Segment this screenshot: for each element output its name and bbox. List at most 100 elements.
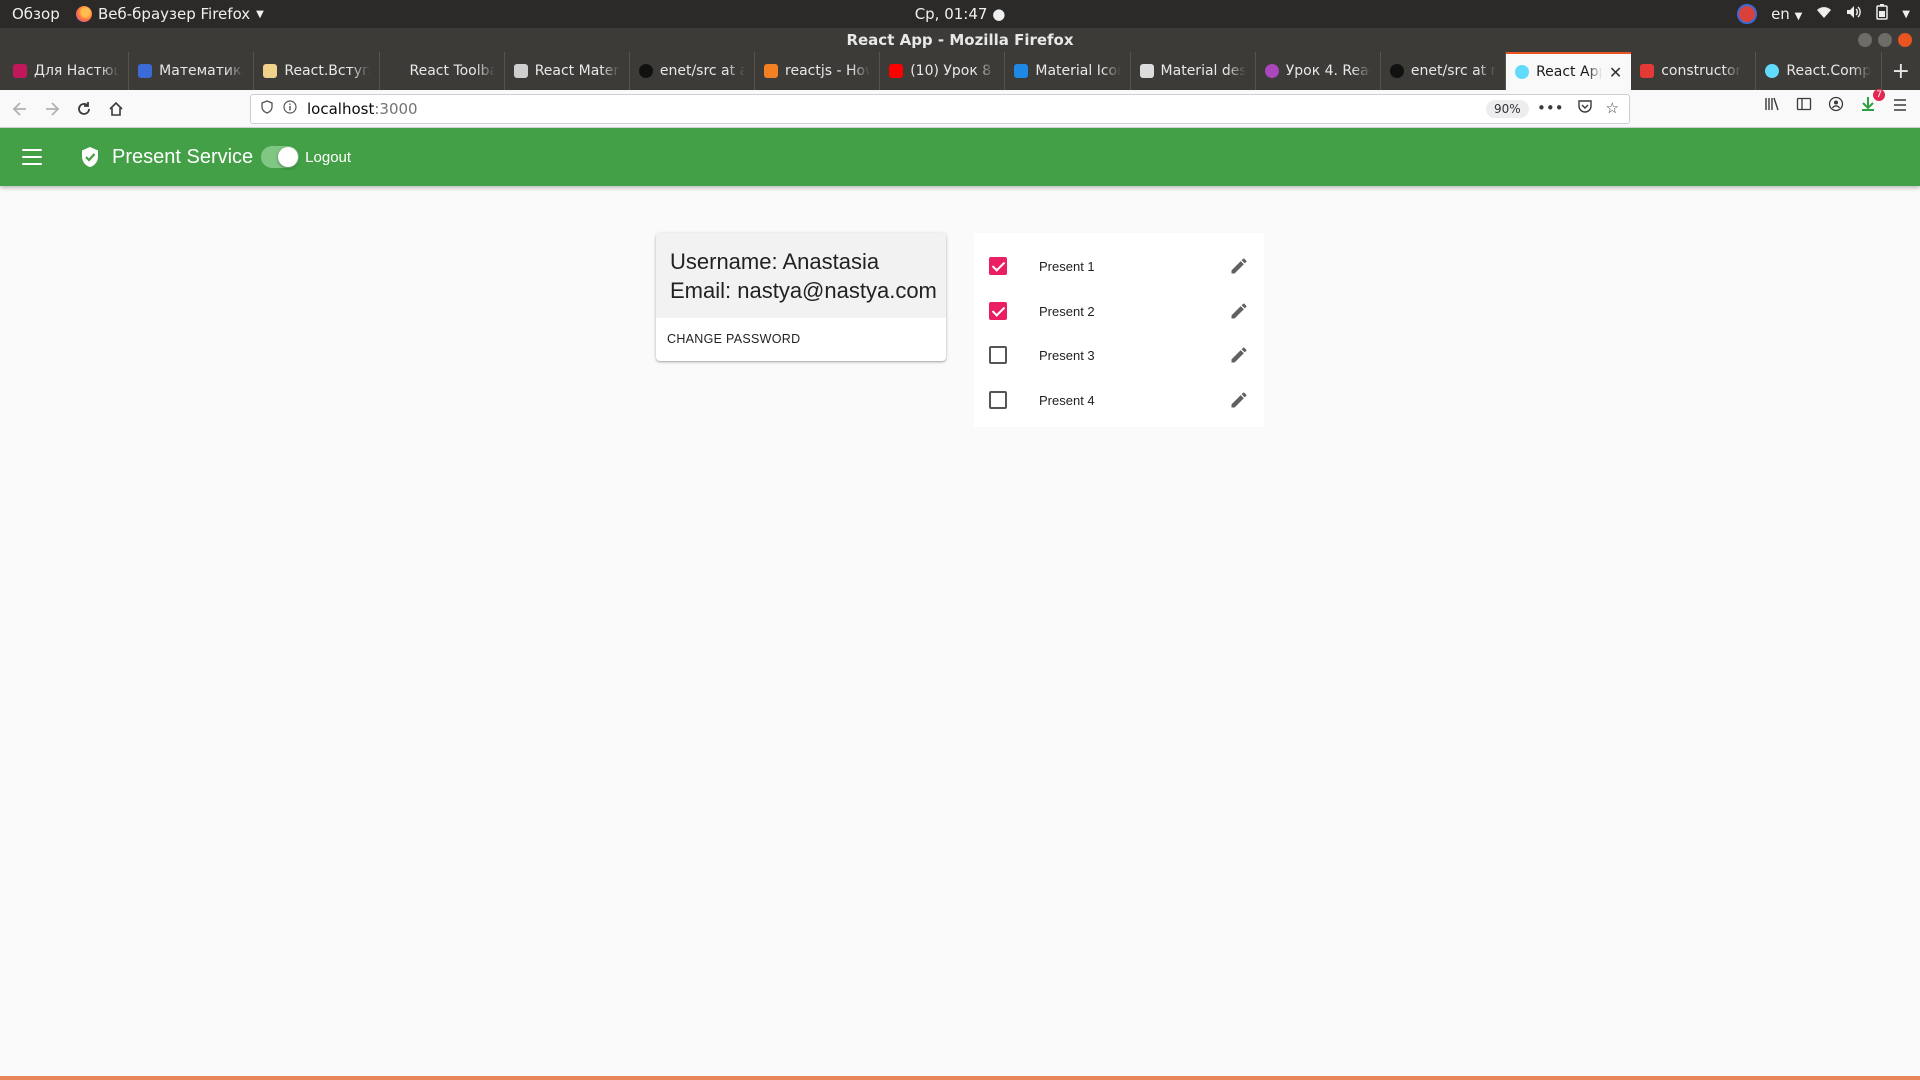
- pocket-icon[interactable]: [1577, 99, 1592, 117]
- back-icon[interactable]: [4, 93, 36, 125]
- tab-label: Material Icons: [1035, 63, 1120, 79]
- tab-favicon-icon: [389, 64, 403, 78]
- edit-icon[interactable]: [1229, 390, 1249, 410]
- stackoverflow-icon: [764, 64, 779, 78]
- battery-icon[interactable]: [1876, 4, 1889, 24]
- close-window-icon[interactable]: [1898, 33, 1912, 47]
- browser-tab[interactable]: Material Icons: [1005, 52, 1131, 90]
- browser-tab[interactable]: constructor: [1631, 52, 1757, 90]
- react-icon: [1515, 65, 1530, 79]
- forward-icon[interactable]: [36, 93, 68, 125]
- folder-icon: [263, 64, 278, 78]
- maximize-window-icon[interactable]: [1878, 33, 1892, 47]
- logout-label[interactable]: Logout: [305, 149, 351, 166]
- browser-tab[interactable]: React.Вступление: [254, 52, 380, 90]
- browser-tab[interactable]: React Toolbar: [380, 52, 505, 90]
- youtube-icon: [889, 64, 904, 78]
- browser-tab[interactable]: (10) Урок 8 R: [880, 52, 1006, 90]
- wifi-icon[interactable]: [1816, 5, 1832, 23]
- browser-tab[interactable]: React Material: [505, 52, 630, 90]
- url-port: :3000: [374, 100, 418, 118]
- url-text[interactable]: localhost:3000: [307, 100, 418, 118]
- browser-tab[interactable]: enet/src at a: [630, 52, 756, 90]
- tab-label: Для Настюши: [34, 63, 119, 79]
- tab-label: enet/src at a: [659, 63, 746, 79]
- sidebar-icon[interactable]: [1796, 96, 1812, 116]
- menu-icon[interactable]: [22, 149, 42, 165]
- language-label: en: [1771, 5, 1790, 23]
- edit-icon[interactable]: [1229, 256, 1249, 276]
- reload-icon[interactable]: [68, 93, 100, 125]
- tab-favicon-icon: [13, 64, 27, 78]
- switch-thumb: [278, 147, 299, 167]
- home-icon[interactable]: [100, 93, 132, 125]
- present-label: Present 2: [1039, 303, 1095, 319]
- app-menu[interactable]: Веб-браузер Firefox ▼: [76, 5, 264, 23]
- react-icon: [1765, 64, 1780, 78]
- tab-label: constructor: [1661, 63, 1742, 79]
- verified-user-icon: [82, 147, 98, 167]
- downloads-count-badge: 7: [1873, 89, 1885, 101]
- account-icon[interactable]: [1828, 96, 1844, 116]
- tracking-protection-icon[interactable]: [261, 100, 273, 118]
- logout-toggle-switch[interactable]: [261, 146, 300, 168]
- tab-favicon-icon: [1264, 64, 1279, 78]
- present-label: Present 3: [1039, 347, 1095, 363]
- tab-favicon-icon: [138, 64, 153, 78]
- present-checkbox[interactable]: [989, 257, 1007, 275]
- edit-icon[interactable]: [1229, 301, 1249, 321]
- bookmark-star-icon[interactable]: ☆: [1606, 99, 1619, 117]
- present-label: Present 1: [1039, 258, 1095, 274]
- present-item[interactable]: Present 1: [974, 244, 1264, 288]
- system-menu-caret-icon[interactable]: ▼: [1902, 9, 1910, 20]
- library-icon[interactable]: [1764, 96, 1780, 116]
- tab-label: React Toolbar: [409, 63, 495, 79]
- github-icon: [638, 64, 653, 78]
- browser-tab[interactable]: React.Comp: [1756, 52, 1882, 90]
- change-password-button[interactable]: CHANGE PASSWORD: [667, 332, 800, 346]
- tab-label: Математика: [159, 63, 245, 79]
- zoom-level-badge[interactable]: 90%: [1486, 100, 1529, 118]
- edit-icon[interactable]: [1229, 345, 1249, 365]
- tab-label: React App: [1536, 64, 1602, 80]
- tab-label: Material des: [1160, 63, 1246, 79]
- language-switch[interactable]: en ▼: [1771, 5, 1802, 23]
- clock[interactable]: Ср, 01:47 ●: [915, 5, 1006, 23]
- present-checkbox[interactable]: [989, 302, 1007, 320]
- gnome-top-bar: Обзор Веб-браузер Firefox ▼ Ср, 01:47 ● …: [0, 0, 1920, 28]
- presents-list: Present 1 Present 2 Present 3 Present 4: [974, 233, 1264, 427]
- browser-tab[interactable]: Для Настюши: [4, 52, 130, 90]
- tab-label: enet/src at m: [1410, 63, 1497, 79]
- browser-tab[interactable]: Математика: [129, 52, 255, 90]
- volume-icon[interactable]: [1846, 5, 1862, 23]
- activities-button[interactable]: Обзор: [12, 5, 60, 23]
- window-titlebar: React App - Mozilla Firefox: [0, 28, 1920, 52]
- present-item[interactable]: Present 4: [974, 378, 1264, 422]
- app-menu-label: Веб-браузер Firefox: [98, 5, 251, 23]
- firefox-icon: [76, 6, 92, 22]
- downloads-icon[interactable]: 7: [1860, 89, 1885, 116]
- url-bar[interactable]: localhost:3000 90% ••• ☆: [250, 94, 1630, 124]
- browser-tab[interactable]: Material des: [1131, 52, 1256, 90]
- site-info-icon[interactable]: [283, 100, 297, 118]
- minimize-window-icon[interactable]: [1858, 33, 1872, 47]
- page-actions-icon[interactable]: •••: [1537, 99, 1564, 117]
- url-host: localhost: [307, 100, 375, 118]
- browser-tab-active[interactable]: React App ✕: [1506, 52, 1632, 90]
- github-icon: [1389, 64, 1404, 78]
- present-checkbox[interactable]: [989, 346, 1007, 364]
- present-checkbox[interactable]: [989, 391, 1007, 409]
- chrome-icon[interactable]: [1737, 4, 1758, 24]
- close-tab-icon[interactable]: ✕: [1609, 63, 1622, 82]
- caret-down-icon: ▼: [256, 8, 264, 20]
- hamburger-menu-icon[interactable]: [1892, 97, 1908, 116]
- browser-tab[interactable]: Урок 4. React: [1256, 52, 1381, 90]
- new-tab-icon[interactable]: +: [1882, 52, 1920, 90]
- profile-card: Username: Anastasia Email: nastya@nastya…: [656, 233, 946, 361]
- present-item[interactable]: Present 2: [974, 289, 1264, 333]
- browser-tab[interactable]: enet/src at m: [1381, 52, 1507, 90]
- tab-label: (10) Урок 8 R: [910, 63, 995, 79]
- browser-tab[interactable]: reactjs - How: [755, 52, 881, 90]
- caret-down-icon: ▼: [1794, 11, 1803, 22]
- present-item[interactable]: Present 3: [974, 333, 1264, 377]
